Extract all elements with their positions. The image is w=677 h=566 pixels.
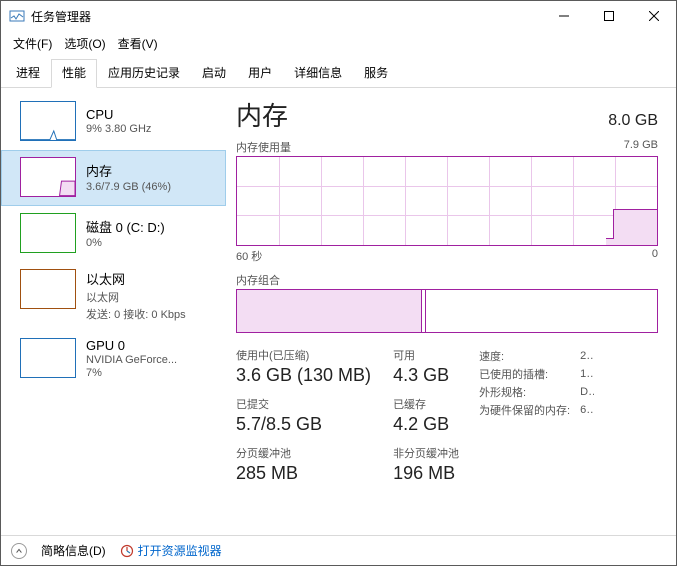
collapse-icon[interactable] <box>11 543 27 559</box>
stat-committed: 已提交 5.7/8.5 GB <box>236 396 371 435</box>
sidebar-item-detail: 9% 3.80 GHz <box>86 123 151 135</box>
menu-options[interactable]: 选项(O) <box>60 33 109 54</box>
open-resource-monitor-link[interactable]: 打开资源监视器 <box>120 542 222 559</box>
brief-info-button[interactable]: 简略信息(D) <box>41 542 106 559</box>
ethernet-thumb-icon <box>20 269 76 309</box>
sidebar-item-label: 以太网 <box>86 269 186 288</box>
gpu-thumb-icon <box>20 338 76 378</box>
sidebar-item-disk[interactable]: 磁盘 0 (C: D:) 0% <box>1 206 226 262</box>
sidebar-item-detail2: 发送: 0 接收: 0 Kbps <box>86 306 186 322</box>
minimize-button[interactable] <box>541 1 586 31</box>
memory-capacity: 8.0 GB <box>608 112 658 130</box>
sidebar-item-gpu[interactable]: GPU 0 NVIDIA GeForce... 7% <box>1 331 226 388</box>
titlebar: 任务管理器 <box>1 1 676 31</box>
window-title: 任务管理器 <box>31 8 541 25</box>
tab-details[interactable]: 详细信息 <box>283 59 353 88</box>
sidebar-item-detail2: 7% <box>86 367 177 379</box>
tab-performance[interactable]: 性能 <box>51 59 97 88</box>
stat-nonpaged: 非分页缓冲池 196 MB <box>393 445 459 484</box>
comp-seg-avail <box>426 290 657 332</box>
menubar: 文件(F) 选项(O) 查看(V) <box>1 31 676 58</box>
memory-composition-chart[interactable] <box>236 289 658 333</box>
sidebar-item-cpu[interactable]: CPU 9% 3.80 GHz <box>1 94 226 150</box>
close-button[interactable] <box>631 1 676 31</box>
tab-services[interactable]: 服务 <box>353 59 399 88</box>
menu-view[interactable]: 查看(V) <box>114 33 162 54</box>
tabs: 进程 性能 应用历史记录 启动 用户 详细信息 服务 <box>1 58 676 88</box>
footer: 简略信息(D) 打开资源监视器 <box>1 535 676 565</box>
resource-monitor-icon <box>120 544 134 558</box>
stat-available: 可用 4.3 GB <box>393 347 459 386</box>
tab-processes[interactable]: 进程 <box>5 59 51 88</box>
stats-right: 速度:2... 已使用的插槽:1... 外形规格:D... 为硬件保留的内存:6… <box>479 347 594 484</box>
app-icon <box>9 8 25 24</box>
page-title: 内存 <box>236 96 288 133</box>
sidebar: CPU 9% 3.80 GHz 内存 3.6/7.9 GB (46%) 磁盘 0… <box>1 88 226 540</box>
chart-axis-left: 60 秒 <box>236 248 262 264</box>
memory-usage-chart[interactable] <box>236 156 658 246</box>
stat-cached: 已缓存 4.2 GB <box>393 396 459 435</box>
chart-axis-right: 0 <box>652 248 658 264</box>
chart-usage-label: 内存使用量 <box>236 139 291 155</box>
comp-seg-used <box>237 290 422 332</box>
stat-in-use: 使用中(已压缩) 3.6 GB (130 MB) <box>236 347 371 386</box>
chart-usage-max: 7.9 GB <box>624 139 658 155</box>
sidebar-item-detail: 以太网 <box>86 289 186 305</box>
sidebar-item-label: 磁盘 0 (C: D:) <box>86 217 165 236</box>
memory-thumb-icon <box>20 157 76 197</box>
stat-paged: 分页缓冲池 285 MB <box>236 445 371 484</box>
tab-users[interactable]: 用户 <box>237 59 283 88</box>
sidebar-item-memory[interactable]: 内存 3.6/7.9 GB (46%) <box>1 150 226 206</box>
sidebar-item-label: GPU 0 <box>86 338 177 353</box>
sidebar-item-detail: NVIDIA GeForce... <box>86 354 177 366</box>
disk-thumb-icon <box>20 213 76 253</box>
sidebar-item-detail: 3.6/7.9 GB (46%) <box>86 181 171 193</box>
menu-file[interactable]: 文件(F) <box>9 33 56 54</box>
sidebar-item-label: 内存 <box>86 161 171 180</box>
tab-startup[interactable]: 启动 <box>191 59 237 88</box>
sidebar-item-label: CPU <box>86 107 151 122</box>
content: CPU 9% 3.80 GHz 内存 3.6/7.9 GB (46%) 磁盘 0… <box>1 88 676 540</box>
cpu-thumb-icon <box>20 101 76 141</box>
maximize-button[interactable] <box>586 1 631 31</box>
detail-pane: 内存 8.0 GB 内存使用量 7.9 GB 60 秒 0 内存组合 <box>226 88 676 540</box>
composition-label: 内存组合 <box>236 272 280 288</box>
sidebar-item-detail: 0% <box>86 237 165 249</box>
sidebar-item-ethernet[interactable]: 以太网 以太网 发送: 0 接收: 0 Kbps <box>1 262 226 331</box>
tab-app-history[interactable]: 应用历史记录 <box>97 59 191 88</box>
